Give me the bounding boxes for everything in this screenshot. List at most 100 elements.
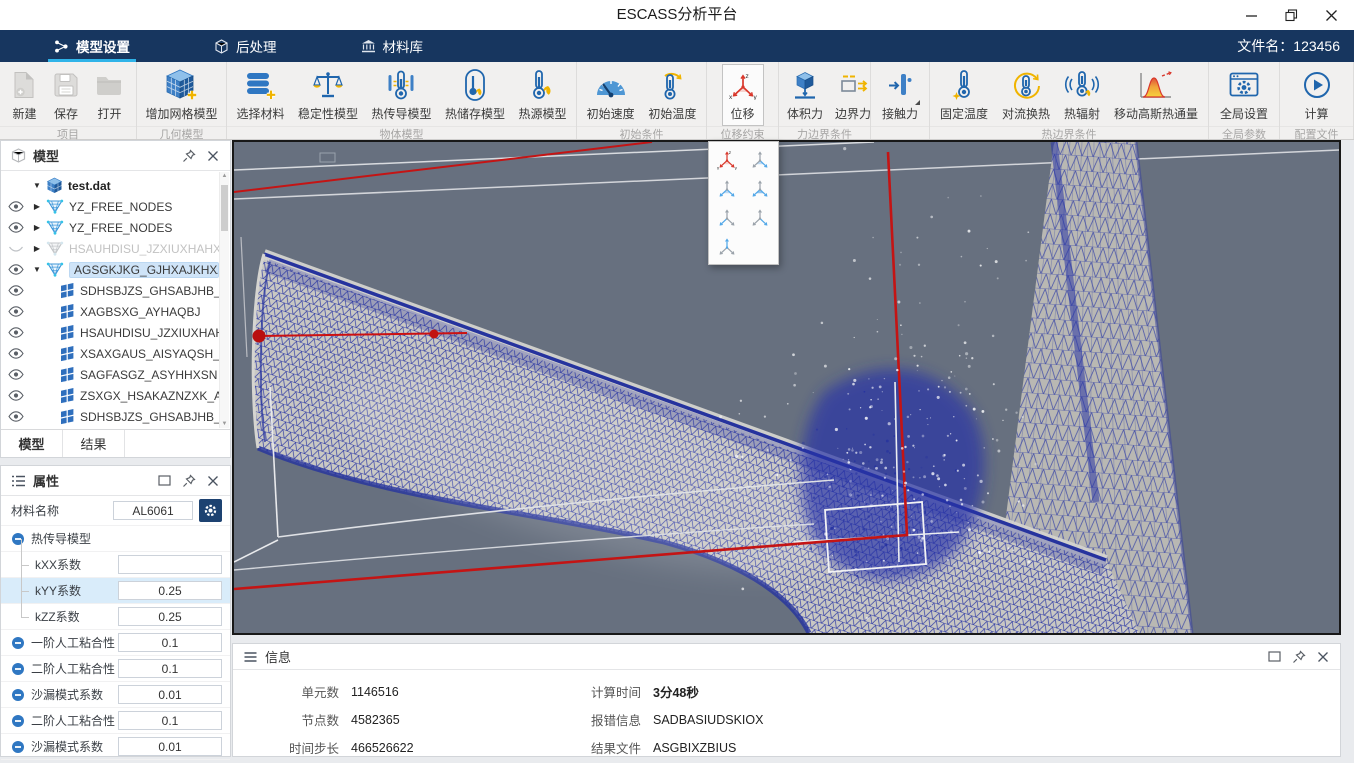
close-icon[interactable] (205, 148, 221, 164)
expander-icon[interactable]: ▼ (31, 181, 43, 190)
displacement-option-fix-y-only[interactable] (744, 203, 777, 231)
ribbon-button-body-force[interactable]: 体积力 (781, 64, 829, 126)
maximize-icon[interactable] (156, 473, 173, 488)
eye-open-icon[interactable] (1, 390, 31, 401)
scrollbar-thumb[interactable] (221, 185, 228, 231)
maximize-icon[interactable] (1266, 649, 1283, 664)
ribbon-button-convection[interactable]: 对流换热 (996, 64, 1056, 126)
ribbon-button-select-material[interactable]: 选择材料 (230, 64, 290, 126)
pin-icon[interactable] (180, 472, 198, 490)
ribbon-button-displacement[interactable]: zxy位移 (722, 64, 764, 126)
eye-open-icon[interactable] (1, 369, 31, 380)
close-icon[interactable] (1315, 649, 1331, 665)
collapse-minus-icon[interactable] (11, 740, 25, 754)
ribbon-button-open-folder[interactable]: 打开 (89, 64, 129, 126)
ribbon-button-heat-conduction-model[interactable]: 热传导模型 (365, 64, 437, 126)
collapse-minus-icon[interactable] (11, 688, 25, 702)
expander-icon[interactable]: ▶ (31, 244, 43, 253)
menu-tab-post-process[interactable]: 后处理 (208, 30, 283, 62)
viewport-3d[interactable]: zxy (232, 140, 1341, 635)
eye-open-icon[interactable] (1, 411, 31, 422)
ribbon-button-contact-force[interactable]: 接触力 (876, 64, 924, 126)
close-icon[interactable] (205, 473, 221, 489)
displacement-option-fix-xy[interactable] (711, 174, 744, 202)
collapse-minus-icon[interactable] (11, 662, 25, 676)
ribbon-button-new-doc[interactable]: 新建 (6, 64, 42, 126)
displacement-option-all-axes-free[interactable]: zxy (711, 145, 744, 173)
ribbon-button-heat-source-model[interactable]: 热源模型 (512, 64, 572, 126)
displacement-option-fix-x-only[interactable] (711, 203, 744, 231)
expander-icon[interactable]: ▼ (31, 265, 43, 274)
initial-velocity-icon (593, 67, 629, 103)
material-name-input[interactable] (113, 501, 193, 520)
tree-item[interactable]: ▶HSAUHDISU_JZXIUXHAHX (1, 238, 219, 259)
tree-item[interactable]: SAGFASGZ_ASYHHXSN (1, 364, 219, 385)
ribbon-button-global-settings[interactable]: 全局设置 (1214, 64, 1274, 126)
minimize-icon[interactable] (1245, 9, 1258, 22)
eye-open-icon[interactable] (1, 306, 31, 317)
pin-icon[interactable] (180, 147, 198, 165)
collapse-minus-icon[interactable] (11, 532, 25, 546)
ribbon-button-thermal-radiation[interactable]: 热辐射 (1058, 64, 1106, 126)
ribbon-button-boundary-force[interactable]: 边界力 (829, 64, 877, 126)
displacement-option-fix-xy-solid[interactable] (744, 174, 777, 202)
displacement-option-fix-z-only[interactable] (711, 232, 744, 260)
eye-open-icon[interactable] (1, 348, 31, 359)
tree-item[interactable]: XSAXGAUS_AISYAQSH_ASHX (1, 343, 219, 364)
tree-item[interactable]: SDHSBJZS_GHSABJHB_ZAHU (1, 280, 219, 301)
tree-item[interactable]: ▶YZ_FREE_NODES (1, 217, 219, 238)
eye-open-icon[interactable] (1, 327, 31, 338)
info-header: 信息 (233, 644, 1340, 670)
property-value-input[interactable] (118, 711, 222, 730)
tree-item[interactable]: ▼AGSGKJKG_GJHXAJKHXA (1, 259, 219, 280)
eye-open-icon[interactable] (1, 201, 31, 212)
menu-tab-material-lib[interactable]: 材料库 (355, 30, 430, 62)
ribbon-button-stability-model[interactable]: 稳定性模型 (292, 64, 364, 126)
property-value-input[interactable] (118, 633, 222, 652)
expander-icon[interactable]: ▶ (31, 202, 43, 211)
ribbon-button-moving-gauss-flux[interactable]: 移动高斯热通量 (1108, 64, 1204, 126)
scroll-up-icon[interactable]: ▲ (220, 173, 229, 179)
property-value-input[interactable] (118, 659, 222, 678)
collapse-minus-icon[interactable] (11, 714, 25, 728)
property-value-input[interactable] (118, 581, 222, 600)
menu-tab-model-setup[interactable]: 模型设置 (48, 30, 136, 62)
ribbon-button-compute[interactable]: 计算 (1296, 64, 1338, 126)
eye-open-icon[interactable] (1, 285, 31, 296)
expander-icon[interactable]: ▶ (31, 223, 43, 232)
tree-tab-active[interactable]: 模型 (1, 430, 63, 457)
scroll-down-icon[interactable]: ▼ (220, 421, 229, 427)
tree-item[interactable]: HSAUHDISU_JZXIUXHAHX (1, 322, 219, 343)
collapse-minus-icon[interactable] (11, 636, 25, 650)
tree-item[interactable]: ZSXGX_HSAKAZNZXK_AHASX (1, 385, 219, 406)
eye-open-icon[interactable] (1, 264, 31, 275)
tree-item[interactable]: XAGBSXG_AYHAQBJ (1, 301, 219, 322)
ribbon-button-fixed-temperature[interactable]: 固定温度 (934, 64, 994, 126)
property-value-input[interactable] (118, 555, 222, 574)
property-row: 二阶人工粘合性 (1, 708, 230, 734)
ribbon-group: 接触力 (871, 62, 930, 139)
property-row: 沙漏模式系数 (1, 734, 230, 760)
property-value-input[interactable] (118, 685, 222, 704)
properties-panel: 属性 材料名称 热传导模型kXX系数kYY系数kZZ系数一阶人工粘合性二阶人工粘… (0, 465, 231, 757)
displacement-option-fix-y[interactable] (744, 145, 777, 173)
ribbon-button-initial-velocity[interactable]: 初始速度 (581, 64, 641, 126)
tree-scrollbar[interactable]: ▲ ▼ (219, 172, 229, 428)
material-gear-button[interactable] (199, 499, 222, 522)
property-value-input[interactable] (118, 607, 222, 626)
property-value-input[interactable] (118, 737, 222, 756)
tree-item[interactable]: ▶YZ_FREE_NODES (1, 196, 219, 217)
restore-icon[interactable] (1285, 9, 1298, 22)
tree-item-root[interactable]: ▼test.dat (1, 175, 219, 196)
tree-tab-inactive[interactable]: 结果 (63, 430, 125, 457)
ribbon-button-add-mesh-model[interactable]: 增加网格模型 (139, 64, 223, 126)
eye-closed-icon[interactable] (1, 243, 31, 254)
eye-open-icon[interactable] (1, 222, 31, 233)
tree-item[interactable]: SDHSBJZS_GHSABJHB_ZAHU (1, 406, 219, 427)
property-row-material-name: 材料名称 (1, 496, 230, 526)
pin-icon[interactable] (1290, 648, 1308, 666)
ribbon-button-heat-storage-model[interactable]: 热储存模型 (439, 64, 511, 126)
ribbon-button-initial-temperature[interactable]: 初始温度 (642, 64, 702, 126)
ribbon-button-save[interactable]: 保存 (47, 64, 85, 126)
close-icon[interactable] (1325, 9, 1338, 22)
